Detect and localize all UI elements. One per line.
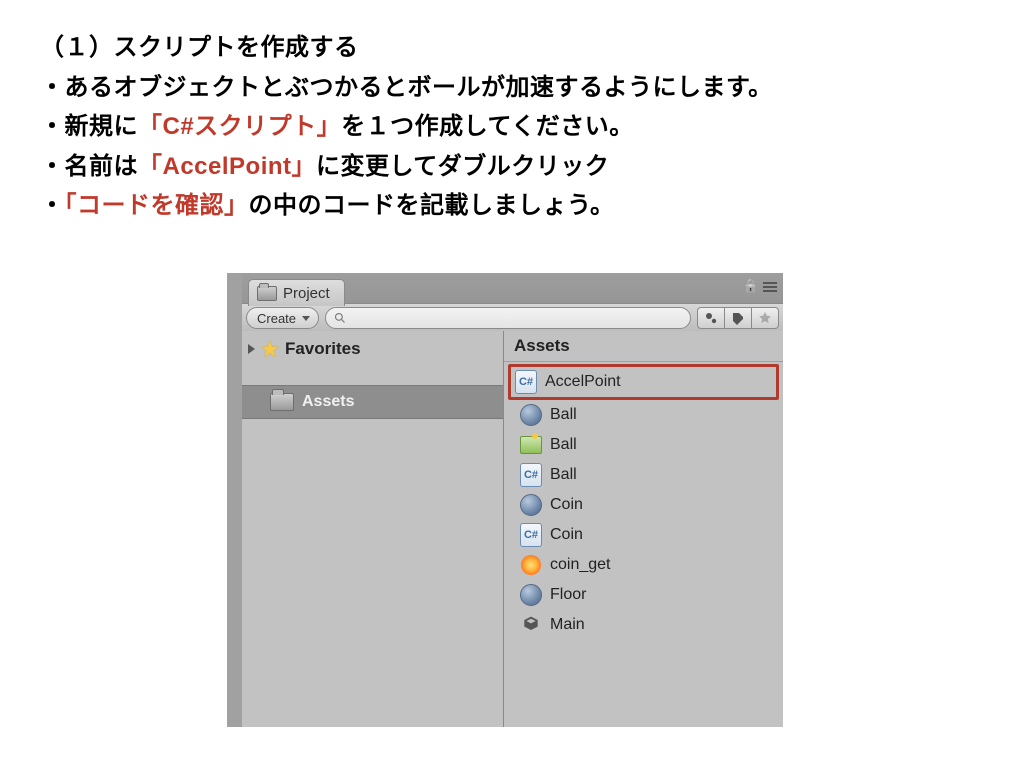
- scene-icon: [520, 436, 542, 454]
- file-name: Ball: [550, 406, 577, 424]
- list-item[interactable]: Ball: [512, 430, 775, 460]
- file-icon: [520, 554, 542, 576]
- filter-star-icon[interactable]: [752, 307, 779, 329]
- tab-label: Project: [283, 285, 330, 302]
- bullet-2-pre: ・新規に: [40, 113, 138, 140]
- panel-body: ★ Favorites Assets Assets C# AccelPoint Ba…: [242, 331, 783, 727]
- tab-project[interactable]: Project: [248, 279, 345, 306]
- file-icon: C#: [520, 524, 542, 546]
- file-icon: C#: [515, 371, 537, 393]
- list-item[interactable]: Ball: [512, 400, 775, 430]
- particle-icon: [520, 554, 542, 576]
- tab-strip: Project: [242, 273, 783, 304]
- bullet-4-pre: ・: [40, 192, 65, 219]
- panel-menu-icon[interactable]: [763, 280, 777, 292]
- list-item[interactable]: Main: [512, 610, 775, 640]
- right-header-label: Assets: [514, 336, 570, 356]
- csharp-icon: C#: [515, 370, 537, 394]
- file-icon: [520, 404, 542, 426]
- toolbar-filter-icons: [697, 307, 779, 329]
- filter-label-icon[interactable]: [725, 307, 752, 329]
- bullet-2-red: 「C#スクリプト」: [138, 113, 341, 140]
- material-icon: [520, 494, 542, 516]
- file-name: AccelPoint: [545, 373, 621, 391]
- csharp-icon: C#: [520, 523, 542, 547]
- file-icon: [520, 494, 542, 516]
- left-column: ★ Favorites Assets: [242, 331, 504, 727]
- file-icon: C#: [520, 464, 542, 486]
- assets-label: Assets: [302, 393, 354, 411]
- material-icon: [520, 404, 542, 426]
- file-name: Floor: [550, 586, 586, 604]
- bullet-3: ・名前は「AccelPoint」に変更してダブルクリック: [40, 147, 984, 187]
- file-name: Coin: [550, 526, 583, 544]
- assets-folder-row[interactable]: Assets: [242, 385, 503, 419]
- tab-right-icons: [743, 277, 777, 294]
- file-name: Ball: [550, 436, 577, 454]
- bullet-3-pre: ・名前は: [40, 153, 138, 180]
- unity-icon: [520, 614, 542, 636]
- right-column-header: Assets: [504, 331, 783, 362]
- bullet-4-red: 「コードを確認」: [65, 192, 249, 219]
- create-label: Create: [257, 311, 296, 326]
- heading-1: （１）スクリプトを作成する: [40, 28, 984, 68]
- favorites-row[interactable]: ★ Favorites: [242, 331, 503, 367]
- search-input[interactable]: [325, 307, 691, 329]
- unity-panel: Project Create: [242, 273, 783, 727]
- bullet-2: ・新規に「C#スクリプト」を１つ作成してください。: [40, 107, 984, 147]
- bullet-1: ・あるオブジェクトとぶつかるとボールが加速するようにします。: [40, 68, 984, 108]
- star-icon: ★: [261, 337, 279, 362]
- expand-triangle-icon: [248, 344, 255, 354]
- bullet-3-red: 「AccelPoint」: [138, 153, 316, 180]
- toolbar: Create: [242, 304, 783, 333]
- bullet-2-post: を１つ作成してください。: [341, 113, 634, 140]
- list-item[interactable]: C# Coin: [512, 520, 775, 550]
- material-icon: [520, 584, 542, 606]
- lock-icon[interactable]: [743, 277, 759, 294]
- csharp-icon: C#: [520, 463, 542, 487]
- file-icon: [520, 434, 542, 456]
- unity-panel-wrap: Project Create: [227, 273, 783, 727]
- file-icon: [520, 584, 542, 606]
- right-column: Assets C#AccelPointBallBallC#BallCoinC#C…: [504, 331, 783, 727]
- list-item-highlighted[interactable]: C# AccelPoint: [508, 364, 779, 400]
- filter-type-icon[interactable]: [697, 307, 725, 329]
- search-icon: [334, 312, 346, 324]
- list-item[interactable]: Coin: [512, 490, 775, 520]
- create-button[interactable]: Create: [246, 307, 319, 329]
- folder-icon: [257, 286, 277, 301]
- bullet-3-post: に変更してダブルクリック: [316, 153, 609, 180]
- file-name: Ball: [550, 466, 577, 484]
- file-name: coin_get: [550, 556, 611, 574]
- file-list: C# AccelPoint Ball Ball C# Ball Coin C# Coin coin…: [504, 362, 783, 642]
- file-name: Coin: [550, 496, 583, 514]
- file-name: Main: [550, 616, 585, 634]
- favorites-label: Favorites: [285, 339, 361, 359]
- list-item[interactable]: C# Ball: [512, 460, 775, 490]
- folder-icon: [270, 393, 294, 411]
- file-icon: [520, 614, 542, 636]
- bullet-4: ・「コードを確認」の中のコードを記載しましょう。: [40, 186, 984, 226]
- list-item[interactable]: Floor: [512, 580, 775, 610]
- bullet-4-post: の中のコードを記載しましょう。: [249, 192, 615, 219]
- list-item[interactable]: coin_get: [512, 550, 775, 580]
